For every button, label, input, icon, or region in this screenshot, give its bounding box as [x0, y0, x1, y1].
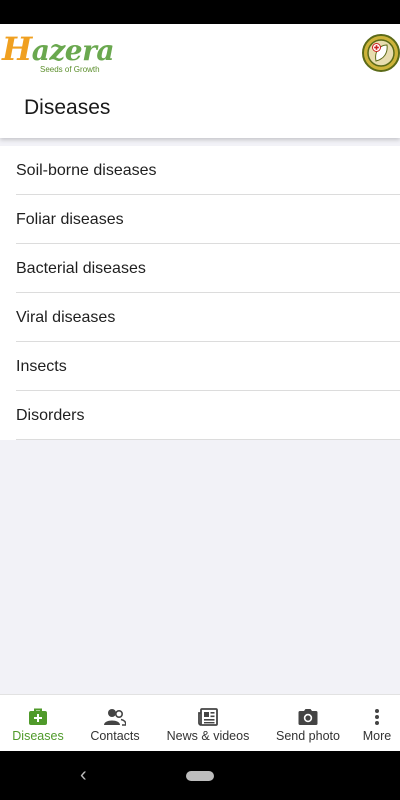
logo-wordmark: azera: [31, 34, 115, 67]
first-aid-kit-icon: [27, 707, 49, 727]
nav-tab-label: Send photo: [276, 729, 340, 743]
nav-tab-contacts[interactable]: Contacts: [76, 695, 154, 752]
nav-tab-more[interactable]: More: [354, 695, 400, 752]
bottom-navigation: Diseases Contacts News & videos Send pho…: [0, 694, 400, 751]
nav-tab-label: Contacts: [90, 729, 140, 743]
app-header: Hazera Seeds of Growth Diseases: [0, 24, 400, 138]
list-item-bacterial-diseases[interactable]: Bacterial diseases: [0, 244, 400, 293]
nav-tab-diseases[interactable]: Diseases: [0, 695, 76, 752]
system-home-pill[interactable]: [186, 771, 214, 781]
list-item-label: Insects: [16, 357, 67, 375]
status-bar: [0, 0, 400, 24]
nav-tab-news-videos[interactable]: News & videos: [154, 695, 262, 752]
logo-initial: H: [2, 30, 32, 68]
people-icon: [104, 707, 126, 727]
list-item-viral-diseases[interactable]: Viral diseases: [0, 293, 400, 342]
page-title: Diseases: [24, 96, 111, 119]
list-item-label: Bacterial diseases: [16, 259, 146, 277]
list-item-label: Disorders: [16, 406, 85, 424]
nav-tab-label: Diseases: [12, 729, 64, 743]
newspaper-icon: [197, 707, 219, 727]
list-item-disorders[interactable]: Disorders: [0, 391, 400, 440]
logo-tagline: Seeds of Growth: [40, 65, 100, 74]
list-item-insects[interactable]: Insects: [0, 342, 400, 391]
list-item-label: Foliar diseases: [16, 210, 124, 228]
list-item-label: Viral diseases: [16, 308, 116, 326]
nav-tab-label: More: [362, 729, 392, 743]
list-item-foliar-diseases[interactable]: Foliar diseases: [0, 195, 400, 244]
more-vertical-icon: [366, 707, 388, 727]
list-item-label: Soil-borne diseases: [16, 161, 157, 179]
profile-avatar[interactable]: [362, 34, 400, 72]
plant-doctor-icon: [364, 36, 398, 70]
disease-category-list: Soil-borne diseases Foliar diseases Bact…: [0, 146, 400, 440]
system-back-icon[interactable]: ‹: [80, 765, 87, 785]
list-item-soil-borne-diseases[interactable]: Soil-borne diseases: [0, 146, 400, 195]
hazera-logo: Hazera Seeds of Growth: [2, 30, 115, 76]
nav-tab-send-photo[interactable]: Send photo: [262, 695, 354, 752]
nav-tab-label: News & videos: [166, 729, 250, 743]
camera-icon: [297, 707, 319, 727]
system-navigation-bar: ‹: [0, 751, 400, 800]
